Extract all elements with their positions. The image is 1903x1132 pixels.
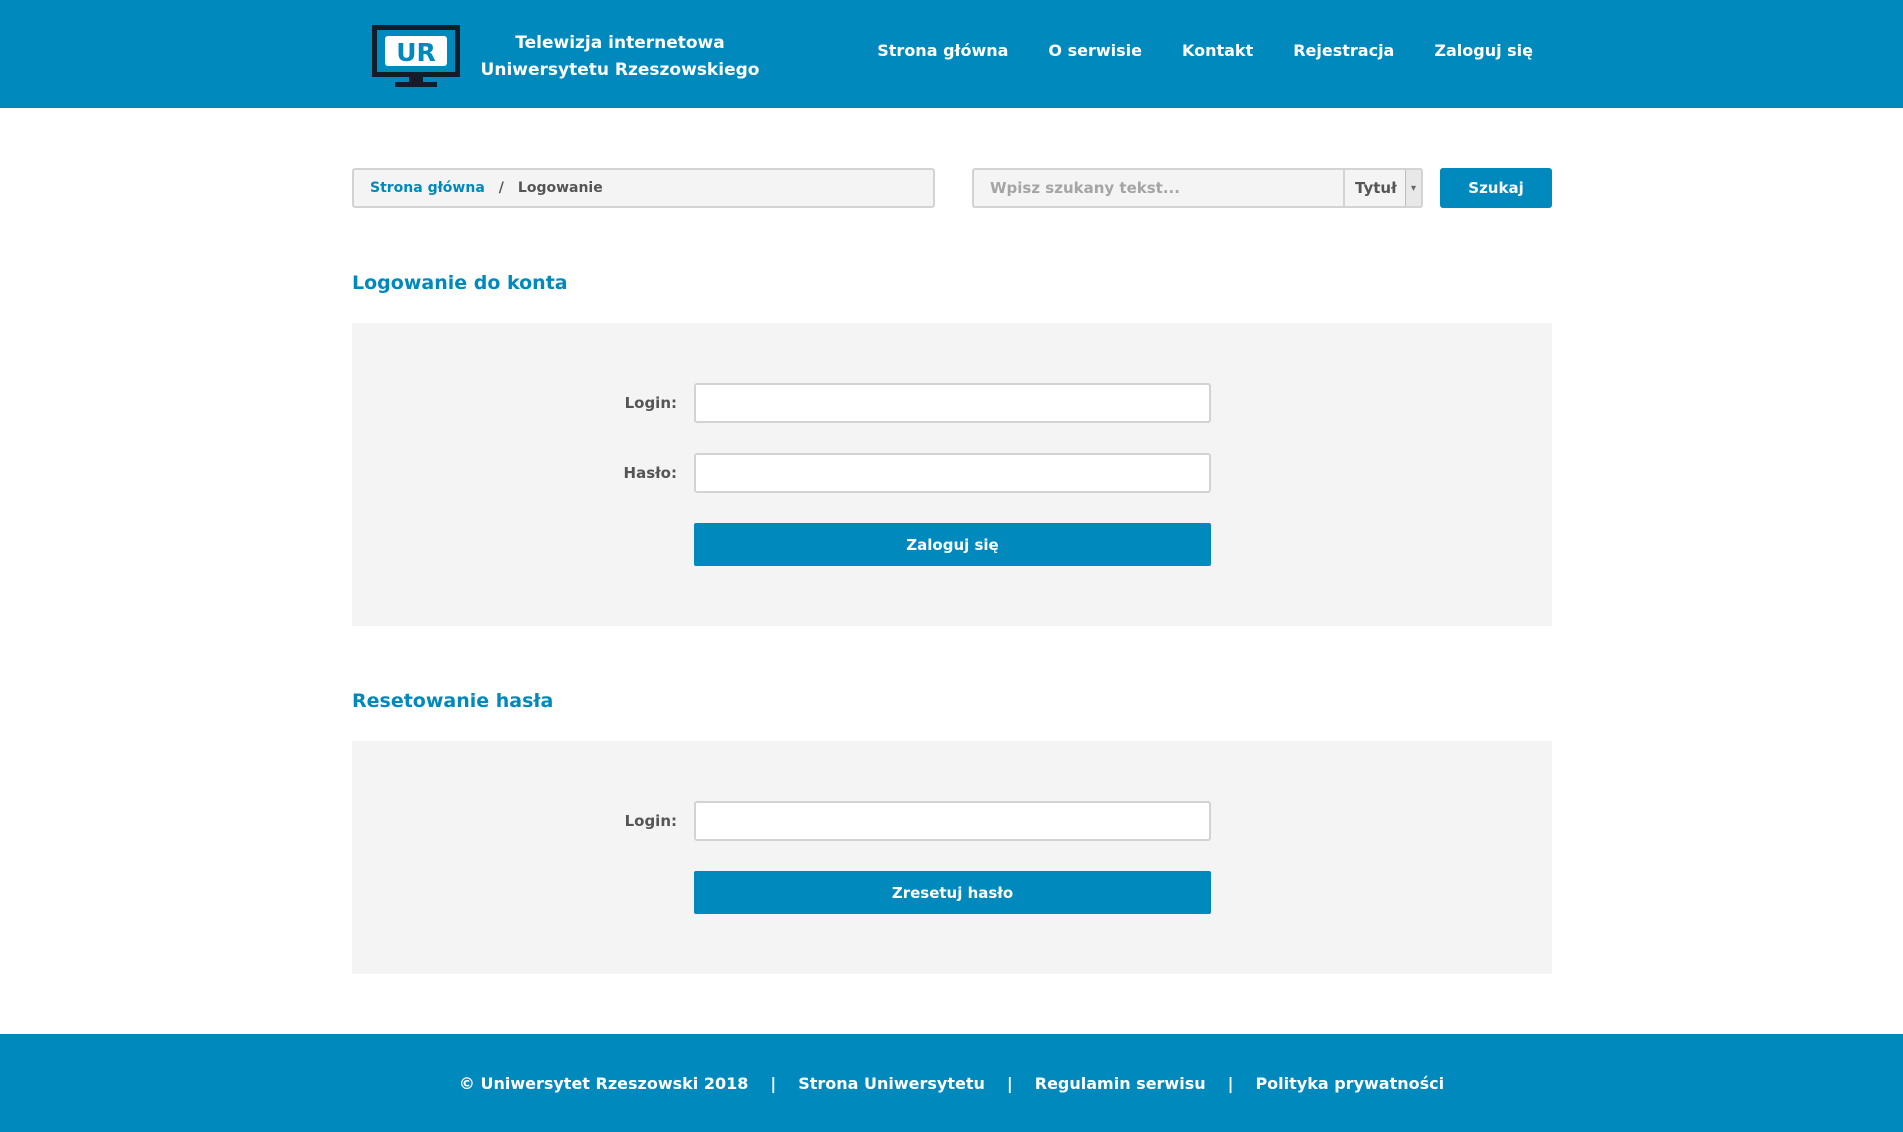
reset-password-button[interactable]: Zresetuj hasło bbox=[694, 871, 1211, 914]
reset-login-field[interactable] bbox=[694, 801, 1211, 841]
ur-tv-logo-icon[interactable]: UR bbox=[371, 24, 461, 88]
reset-login-field-label: Login: bbox=[624, 812, 677, 830]
main-nav: Strona główna O serwisie Kontakt Rejestr… bbox=[837, 41, 1533, 60]
nav-about[interactable]: O serwisie bbox=[1048, 41, 1142, 60]
footer-separator: | bbox=[1006, 1073, 1013, 1093]
site-title-line2: Uniwersytetu Rzeszowskiego bbox=[480, 60, 760, 80]
search-button[interactable]: Szukaj bbox=[1440, 168, 1552, 208]
nav-login[interactable]: Zaloguj się bbox=[1434, 41, 1533, 60]
login-field-label: Login: bbox=[624, 394, 677, 412]
footer-link-privacy[interactable]: Polityka prywatności bbox=[1255, 1074, 1444, 1093]
nav-contact[interactable]: Kontakt bbox=[1182, 41, 1253, 60]
site-footer: © Uniwersytet Rzeszowski 2018 | Strona U… bbox=[0, 1034, 1903, 1132]
breadcrumb-home-link[interactable]: Strona główna bbox=[370, 180, 485, 196]
footer-separator: | bbox=[1227, 1073, 1234, 1093]
site-header: UR Telewizja internetowa Uniwersytetu Rz… bbox=[0, 0, 1903, 108]
search-field-select[interactable]: Tytuł ▾ bbox=[1343, 168, 1423, 208]
site-title-line1: Telewizja internetowa bbox=[515, 33, 725, 53]
login-section-title: Logowanie do konta bbox=[352, 272, 568, 294]
footer-separator: | bbox=[770, 1073, 777, 1093]
login-button[interactable]: Zaloguj się bbox=[694, 523, 1211, 566]
password-field[interactable] bbox=[694, 453, 1211, 493]
nav-home[interactable]: Strona główna bbox=[877, 41, 1008, 60]
reset-section-title: Resetowanie hasła bbox=[352, 690, 554, 712]
chevron-down-icon: ▾ bbox=[1405, 170, 1421, 206]
search-input[interactable] bbox=[972, 168, 1344, 208]
breadcrumb-separator: / bbox=[498, 180, 504, 196]
nav-register[interactable]: Rejestracja bbox=[1293, 41, 1394, 60]
password-field-label: Hasło: bbox=[623, 464, 677, 482]
breadcrumb: Strona główna / Logowanie bbox=[352, 168, 935, 208]
login-panel: Login: Hasło: Zaloguj się bbox=[352, 323, 1552, 626]
login-field[interactable] bbox=[694, 383, 1211, 423]
site-title[interactable]: Telewizja internetowa Uniwersytetu Rzesz… bbox=[470, 30, 770, 84]
search-field-select-value: Tytuł bbox=[1355, 179, 1397, 197]
svg-text:UR: UR bbox=[396, 38, 436, 67]
footer-link-university[interactable]: Strona Uniwersytetu bbox=[798, 1074, 985, 1093]
footer-link-terms[interactable]: Regulamin serwisu bbox=[1035, 1074, 1206, 1093]
reset-panel: Login: Zresetuj hasło bbox=[352, 741, 1552, 974]
footer-copyright: © Uniwersytet Rzeszowski 2018 bbox=[458, 1073, 749, 1093]
breadcrumb-current: Logowanie bbox=[517, 180, 603, 196]
